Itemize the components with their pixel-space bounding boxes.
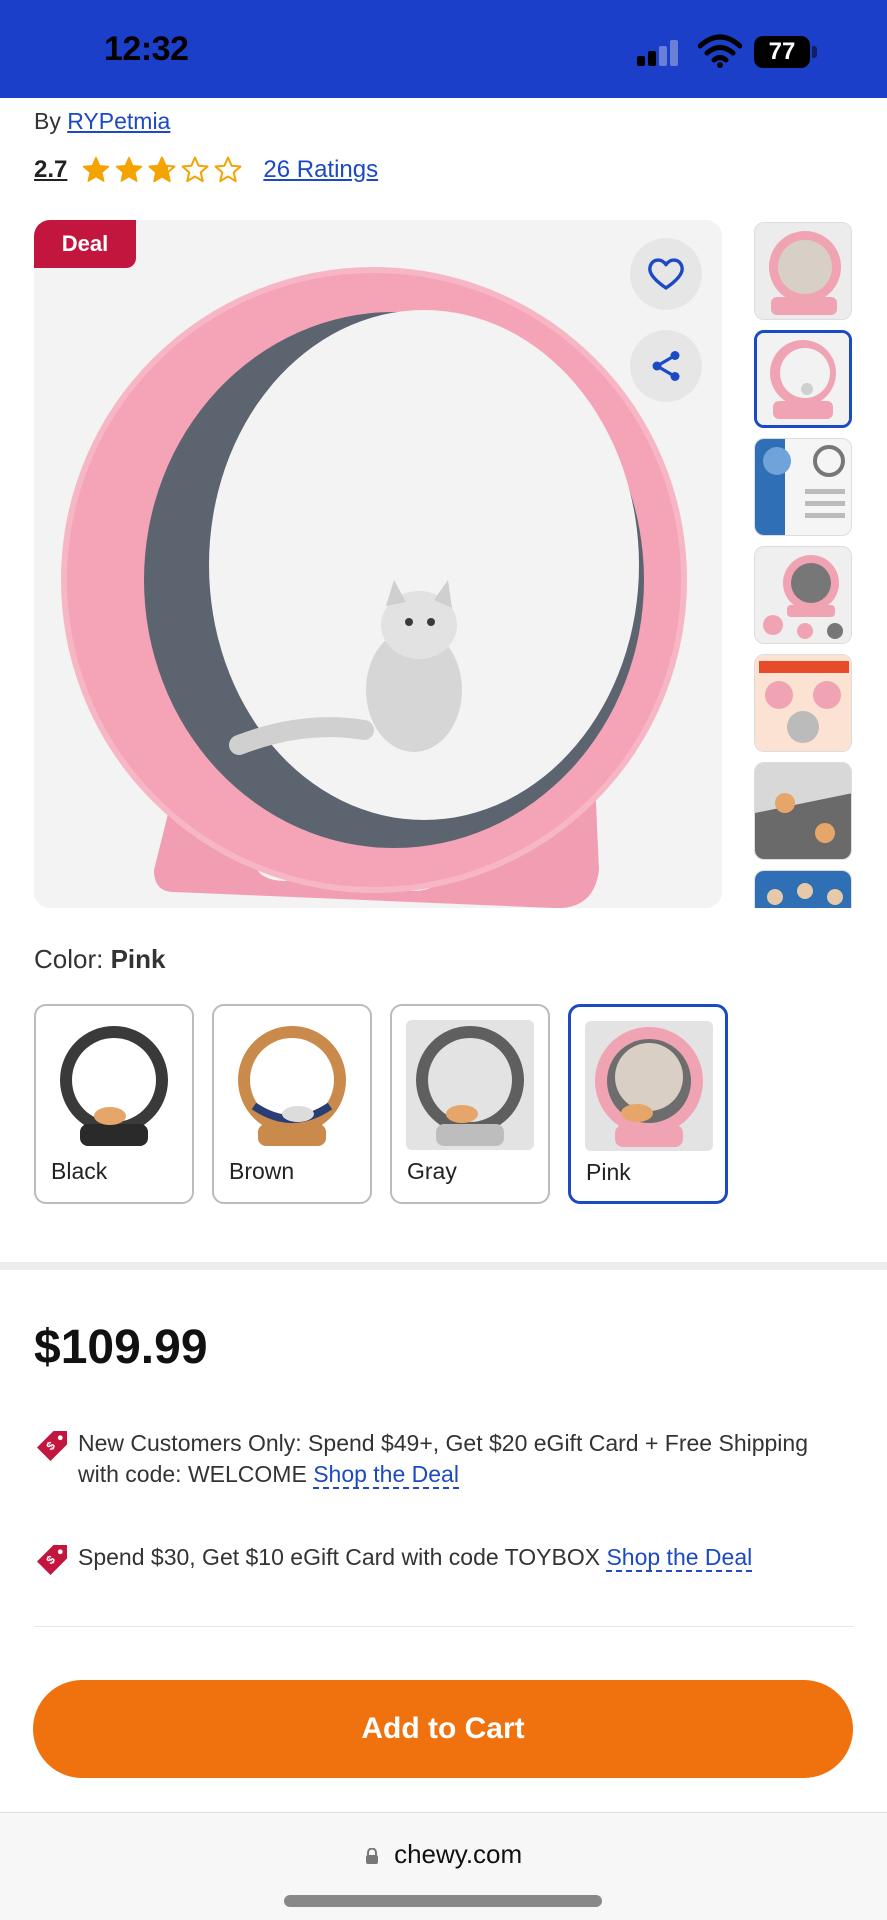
star-full-icon — [83, 156, 110, 182]
status-bar: 12:32 77 — [0, 0, 887, 98]
thumbnail-1[interactable] — [754, 222, 852, 320]
thumbnail-3[interactable] — [754, 438, 852, 536]
main-product-image[interactable]: Deal — [34, 220, 722, 908]
section-divider — [34, 1626, 854, 1627]
color-option-label: Brown — [229, 1158, 295, 1184]
star-empty-icon — [181, 156, 209, 183]
battery-indicator: 77 — [754, 36, 810, 68]
star-full-icon — [116, 156, 143, 182]
lock-icon — [365, 1848, 378, 1865]
black-wheel-image — [50, 1020, 178, 1150]
by-label: By — [34, 108, 61, 134]
price-tag-icon: $ — [37, 1431, 67, 1461]
color-option-label: Pink — [586, 1159, 631, 1185]
color-option-label: Gray — [407, 1158, 457, 1184]
color-option-gray[interactable]: Gray — [390, 1004, 550, 1204]
battery-nub-icon — [812, 46, 817, 58]
thumbnail-6[interactable] — [754, 762, 852, 860]
selected-color-value: Pink — [110, 944, 166, 974]
heart-icon — [648, 258, 684, 290]
product-price: $109.99 — [34, 1321, 208, 1374]
deal-badge: Deal — [34, 220, 136, 268]
browser-address-bar[interactable]: chewy.com — [0, 1812, 887, 1920]
color-option-pink[interactable]: Pink — [568, 1004, 728, 1204]
rating-row[interactable]: 2.7 26 Ratings — [34, 152, 378, 188]
color-option-label: Black — [51, 1158, 108, 1184]
thumbnail-2-selected[interactable] — [754, 330, 852, 428]
brand-link[interactable]: RYPetmia — [67, 108, 170, 134]
promo-text: Spend $30, Get $10 eGift Card with code … — [78, 1544, 601, 1570]
cellular-signal-icon — [637, 40, 679, 66]
star-empty-icon — [214, 156, 242, 183]
url-text: chewy.com — [394, 1839, 523, 1869]
shop-the-deal-link[interactable]: Shop the Deal — [313, 1461, 459, 1489]
url-display[interactable]: chewy.com — [0, 1839, 887, 1870]
share-icon — [652, 351, 680, 381]
home-indicator[interactable] — [284, 1895, 602, 1907]
ratings-count-link[interactable]: 26 Ratings — [263, 156, 378, 184]
thumbnail-7[interactable] — [754, 870, 852, 908]
add-to-cart-button[interactable]: Add to Cart — [33, 1680, 853, 1778]
promo-toybox: $ Spend $30, Get $10 eGift Card with cod… — [34, 1542, 838, 1578]
share-button[interactable] — [630, 330, 702, 402]
cat-wheel-image — [34, 220, 722, 908]
thumbnail-5[interactable] — [754, 654, 852, 752]
thumbnail-4[interactable] — [754, 546, 852, 644]
shop-the-deal-link[interactable]: Shop the Deal — [606, 1544, 753, 1572]
favorite-button[interactable] — [630, 238, 702, 310]
clock-time: 12:32 — [104, 30, 189, 68]
brown-wheel-image — [228, 1020, 356, 1150]
gray-wheel-image — [406, 1020, 534, 1150]
color-label: Color: Pink — [34, 944, 166, 974]
color-option-black[interactable]: Black — [34, 1004, 194, 1204]
color-option-brown[interactable]: Brown — [212, 1004, 372, 1204]
star-rating — [81, 155, 243, 185]
brand-line: By RYPetmia — [34, 108, 170, 135]
pink-wheel-image — [585, 1021, 713, 1151]
price-tag-icon: $ — [37, 1545, 67, 1575]
rating-value[interactable]: 2.7 — [34, 156, 67, 184]
wifi-icon — [698, 34, 742, 68]
promo-new-customers: $ New Customers Only: Spend $49+, Get $2… — [34, 1428, 838, 1490]
star-partial-icon — [148, 156, 176, 183]
section-divider — [0, 1262, 887, 1270]
